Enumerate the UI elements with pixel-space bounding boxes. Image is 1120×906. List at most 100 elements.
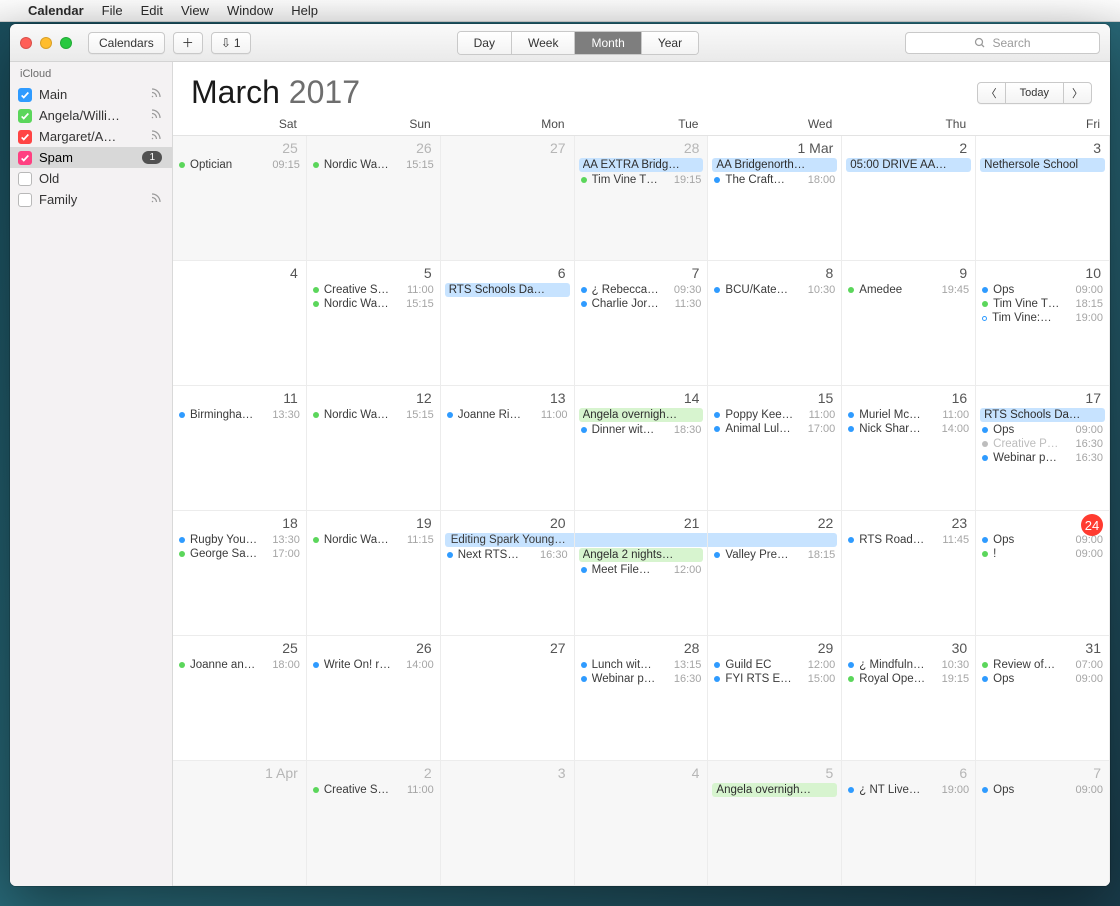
day-cell[interactable]: 12Nordic Wa…15:15	[307, 386, 441, 511]
sidebar-item[interactable]: Spam1	[10, 147, 172, 168]
menu-help[interactable]: Help	[291, 3, 318, 18]
calendar-event[interactable]: Nethersole School	[980, 158, 1105, 172]
day-cell[interactable]: 13Joanne Ri…11:00	[441, 386, 575, 511]
calendar-event[interactable]: Nordic Wa…11:15	[307, 533, 440, 547]
calendar-event[interactable]: Ops09:00	[976, 423, 1109, 437]
calendar-event[interactable]: ¿ NT Live…19:00	[842, 783, 975, 797]
calendar-event[interactable]: Creative S…11:00	[307, 783, 440, 797]
calendar-event[interactable]: Muriel Mc…11:00	[842, 408, 975, 422]
calendar-event[interactable]: Angela 2 nights…	[579, 548, 704, 562]
close-icon[interactable]	[20, 37, 32, 49]
view-day-button[interactable]: Day	[458, 32, 512, 54]
calendar-event[interactable]: Editing Spark Young Writers magazine	[445, 533, 574, 547]
calendar-event[interactable]: Dinner wit…18:30	[575, 423, 708, 437]
day-cell[interactable]: 22.Valley Pre…18:15	[708, 511, 842, 636]
prev-button[interactable]: 〈	[977, 82, 1006, 104]
minimize-icon[interactable]	[40, 37, 52, 49]
menu-window[interactable]: Window	[227, 3, 273, 18]
calendar-event[interactable]: Charlie Jor…11:30	[575, 297, 708, 311]
calendar-event[interactable]: ¿ Rebecca…09:30	[575, 283, 708, 297]
day-cell[interactable]: 4	[575, 761, 709, 886]
sidebar-item[interactable]: Main	[10, 84, 172, 105]
sidebar-item[interactable]: Margaret/A…	[10, 126, 172, 147]
view-year-button[interactable]: Year	[642, 32, 698, 54]
calendar-event[interactable]: AA EXTRA Bridg…	[579, 158, 704, 172]
calendar-event[interactable]: The Craft…18:00	[708, 173, 841, 187]
day-cell[interactable]: 9Amedee19:45	[842, 261, 976, 386]
calendar-event[interactable]: Guild EC12:00	[708, 658, 841, 672]
day-cell[interactable]: 11Birmingha…13:30	[173, 386, 307, 511]
calendar-event[interactable]: Nordic Wa…15:15	[307, 408, 440, 422]
calendar-event[interactable]: Angela overnigh…	[712, 783, 837, 797]
calendar-event[interactable]: .	[575, 533, 708, 547]
day-cell[interactable]: 1 Apr	[173, 761, 307, 886]
calendar-event[interactable]: Creative S…11:00	[307, 283, 440, 297]
calendar-event[interactable]: George Sa…17:00	[173, 547, 306, 561]
calendar-event[interactable]: .	[708, 533, 837, 547]
menu-edit[interactable]: Edit	[141, 3, 163, 18]
calendar-event[interactable]: RTS Road…11:45	[842, 533, 975, 547]
day-cell[interactable]: 6¿ NT Live…19:00	[842, 761, 976, 886]
menu-file[interactable]: File	[102, 3, 123, 18]
calendar-event[interactable]: Nordic Wa…15:15	[307, 297, 440, 311]
active-app-name[interactable]: Calendar	[28, 3, 84, 18]
calendar-checkbox[interactable]	[18, 88, 32, 102]
calendar-event[interactable]: FYI RTS E…15:00	[708, 672, 841, 686]
calendar-event[interactable]: Webinar p…16:30	[976, 451, 1109, 465]
day-cell[interactable]: 5Angela overnigh…	[708, 761, 842, 886]
calendar-event[interactable]: Tim Vine T…18:15	[976, 297, 1109, 311]
day-cell[interactable]: 18Rugby You…13:30George Sa…17:00	[173, 511, 307, 636]
add-button[interactable]: ＋	[173, 32, 203, 54]
calendar-event[interactable]: Joanne an…18:00	[173, 658, 306, 672]
calendar-event[interactable]: Royal Ope…19:15	[842, 672, 975, 686]
calendar-event[interactable]: Next RTS…16:30	[441, 548, 574, 562]
day-cell[interactable]: 24Ops09:00!09:00	[976, 511, 1110, 636]
calendar-event[interactable]: Poppy Kee…11:00	[708, 408, 841, 422]
calendar-event[interactable]: Creative P…16:30	[976, 437, 1109, 451]
calendar-event[interactable]: Write On! r…14:00	[307, 658, 440, 672]
sidebar-item[interactable]: Family	[10, 189, 172, 210]
day-cell[interactable]: 25Joanne an…18:00	[173, 636, 307, 761]
day-cell[interactable]: 5Creative S…11:00Nordic Wa…15:15	[307, 261, 441, 386]
day-cell[interactable]: 31Review of…07:00Ops09:00	[976, 636, 1110, 761]
day-cell[interactable]: 3	[441, 761, 575, 886]
calendar-event[interactable]: Ops09:00	[976, 672, 1109, 686]
day-cell[interactable]: 25Optician09:15	[173, 136, 307, 261]
day-cell[interactable]: 26Write On! r…14:00	[307, 636, 441, 761]
sidebar-item[interactable]: Angela/Willi…	[10, 105, 172, 126]
calendar-event[interactable]: ¿ Mindfuln…10:30	[842, 658, 975, 672]
view-week-button[interactable]: Week	[512, 32, 575, 54]
calendar-event[interactable]: 05:00 DRIVE AA…	[846, 158, 971, 172]
calendar-event[interactable]: Amedee19:45	[842, 283, 975, 297]
search-field[interactable]: Search	[905, 32, 1100, 54]
calendar-checkbox[interactable]	[18, 151, 32, 165]
day-cell[interactable]: 19Nordic Wa…11:15	[307, 511, 441, 636]
day-cell[interactable]: 29Guild EC12:00FYI RTS E…15:00	[708, 636, 842, 761]
day-cell[interactable]: 8BCU/Kate…10:30	[708, 261, 842, 386]
calendar-event[interactable]: Webinar p…16:30	[575, 672, 708, 686]
day-cell[interactable]: 4	[173, 261, 307, 386]
day-cell[interactable]: 15Poppy Kee…11:00Animal Lul…17:00	[708, 386, 842, 511]
calendar-event[interactable]: Valley Pre…18:15	[708, 548, 841, 562]
next-button[interactable]: 〉	[1063, 82, 1092, 104]
today-button[interactable]: Today	[1006, 82, 1063, 104]
day-cell[interactable]: 14Angela overnigh…Dinner wit…18:30	[575, 386, 709, 511]
calendar-event[interactable]: Lunch wit…13:15	[575, 658, 708, 672]
sidebar-item[interactable]: Old	[10, 168, 172, 189]
day-cell[interactable]: 10Ops09:00Tim Vine T…18:15Tim Vine:…19:0…	[976, 261, 1110, 386]
calendar-event[interactable]: Rugby You…13:30	[173, 533, 306, 547]
day-cell[interactable]: 6RTS Schools Da…	[441, 261, 575, 386]
day-cell[interactable]: 3Nethersole School	[976, 136, 1110, 261]
day-cell[interactable]: 7Ops09:00	[976, 761, 1110, 886]
day-cell[interactable]: 21.Angela 2 nights…Meet File…12:00	[575, 511, 709, 636]
calendar-event[interactable]: Tim Vine T…19:15	[575, 173, 708, 187]
calendar-event[interactable]: Angela overnigh…	[579, 408, 704, 422]
calendar-checkbox[interactable]	[18, 130, 32, 144]
calendar-event[interactable]: !09:00	[976, 547, 1109, 561]
day-cell[interactable]: 7¿ Rebecca…09:30Charlie Jor…11:30	[575, 261, 709, 386]
calendar-checkbox[interactable]	[18, 109, 32, 123]
calendar-event[interactable]: Nordic Wa…15:15	[307, 158, 440, 172]
calendars-button[interactable]: Calendars	[88, 32, 165, 54]
day-cell[interactable]: 23RTS Road…11:45	[842, 511, 976, 636]
calendar-checkbox[interactable]	[18, 172, 32, 186]
